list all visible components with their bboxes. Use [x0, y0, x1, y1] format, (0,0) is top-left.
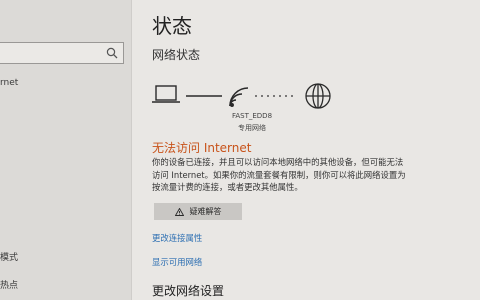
network-type: 专用网络 [238, 124, 266, 132]
globe-icon [305, 83, 331, 109]
main-panel: 状态 网络状态 FAST_EDD8 专用网络 无法访问 Internet 你的设… [132, 0, 480, 300]
troubleshoot-button[interactable]: 疑难解答 [154, 203, 242, 220]
status-description: 你的设备已连接，并且可以访问本地网络中的其他设备，但可能无法访问 Interne… [152, 157, 406, 193]
sidebar-item-mode[interactable]: 模式 [0, 250, 18, 263]
sidebar-item-label: 热点 [0, 281, 19, 291]
show-available-networks-link[interactable]: 显示可用网络 [152, 256, 202, 268]
sidebar-item-label: rnet [0, 78, 19, 88]
search-icon [106, 47, 118, 59]
warning-icon [174, 207, 184, 216]
disconnected-dotted-line [255, 95, 293, 97]
status-heading: 无法访问 Internet [152, 141, 252, 155]
section-title-network-status: 网络状态 [152, 48, 201, 62]
troubleshoot-label: 疑难解答 [189, 207, 222, 216]
sidebar-item-hotspot[interactable]: 热点 [0, 278, 18, 291]
sidebar-item-internet[interactable]: rnet [0, 78, 18, 88]
wifi-icon [229, 87, 249, 107]
change-network-settings-heading: 更改网络设置 [152, 284, 225, 298]
network-name: FAST_EDD8 [231, 112, 273, 120]
search-input[interactable] [0, 42, 124, 64]
sidebar-item-label: 模式 [0, 253, 19, 263]
laptop-icon [152, 85, 180, 103]
sidebar: rnet 模式 热点 [0, 0, 132, 300]
page-title: 状态 [152, 14, 192, 38]
change-connection-properties-link[interactable]: 更改连接属性 [152, 232, 202, 244]
